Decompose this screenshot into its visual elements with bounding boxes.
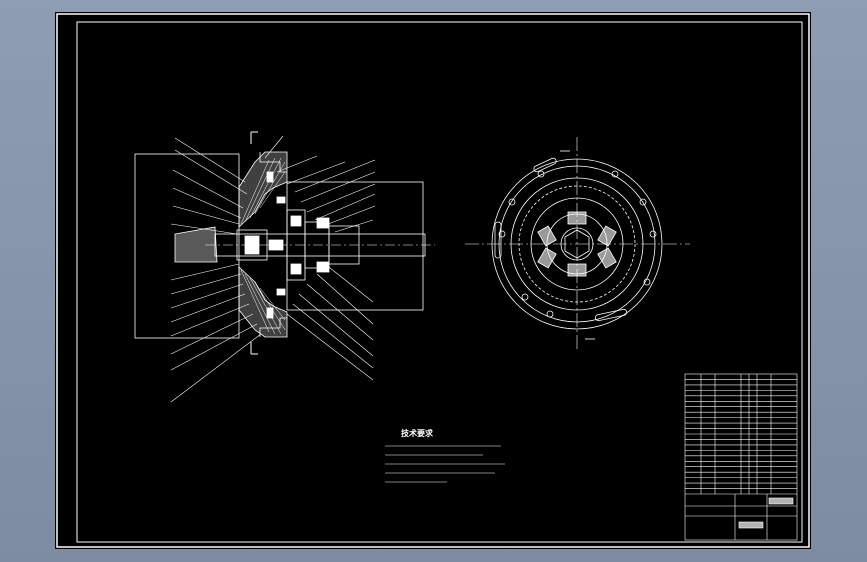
tech-req-heading: 技术要求 <box>401 428 434 438</box>
housing-outline <box>286 181 424 311</box>
technical-requirements: 技术要求 <box>385 428 505 483</box>
drawing-sheet: 技术要求 <box>55 12 811 549</box>
front-view <box>465 137 690 352</box>
crankshaft-end <box>174 226 218 263</box>
cad-drawing: 技术要求 <box>56 13 810 548</box>
section-view <box>134 151 435 339</box>
outer-border <box>56 13 810 548</box>
tech-req-lines <box>385 445 505 483</box>
title-block <box>684 373 798 541</box>
